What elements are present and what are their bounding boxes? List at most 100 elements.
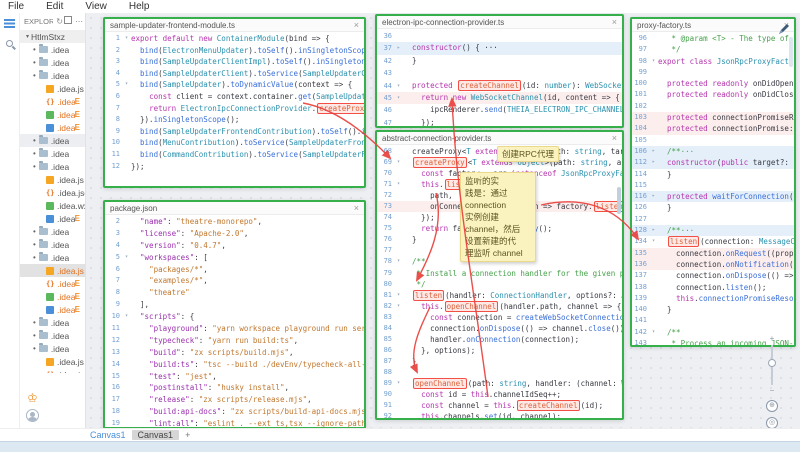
tree-item-idea-wxss[interactable]: .idea.wxssE — [20, 121, 85, 134]
fold-toggle-icon[interactable]: ▸ — [394, 42, 403, 54]
tree-item-idea[interactable]: •.idea — [20, 225, 85, 238]
code-reference-listen[interactable]: listen — [668, 236, 699, 247]
menu-item-edit[interactable]: Edit — [46, 1, 63, 12]
tree-item-idea[interactable]: •.idea — [20, 342, 85, 355]
tree-item-idea[interactable]: •.idea — [20, 160, 85, 173]
tree-item-idea-js[interactable]: .idea.js — [20, 82, 85, 95]
fold-toggle-icon[interactable]: ▾ — [394, 179, 403, 190]
tree-item-idea[interactable]: •.idea — [20, 329, 85, 342]
tree-item-idea[interactable]: •.idea — [20, 56, 85, 69]
fold-toggle-icon[interactable]: ▾ — [394, 290, 403, 301]
tree-item-idea-json[interactable]: {}.idea.json — [20, 368, 85, 373]
line-number: 16 — [105, 382, 122, 394]
menu-item-file[interactable]: File — [8, 1, 24, 12]
fold-toggle-icon[interactable]: ▾ — [649, 56, 658, 67]
tree-item-idea[interactable]: •.idea — [20, 134, 85, 147]
tree-item-idea-wxss[interactable]: .idea.wxssE — [20, 212, 85, 225]
fold-toggle-icon[interactable]: ▸ — [649, 191, 658, 202]
close-icon[interactable]: × — [612, 134, 617, 143]
fold-toggle-icon[interactable]: ▸ — [649, 157, 658, 168]
tree-item-idea-wxml[interactable]: .idea.wxmlE — [20, 290, 85, 303]
locate-button[interactable]: ◎ — [766, 417, 778, 428]
fold-gutter — [394, 117, 403, 126]
fold-toggle-icon[interactable]: ▸ — [649, 225, 658, 236]
new-canvas-tab-button[interactable]: + — [185, 430, 190, 440]
tree-item-idea-json[interactable]: {}.idea.json — [20, 186, 85, 199]
tree-item-idea-json[interactable]: {}.idea.jsonE — [20, 95, 85, 108]
tree-item-HtlmStxz[interactable]: ▾HtlmStxz — [20, 30, 85, 43]
tree-item-idea[interactable]: •.idea — [20, 251, 85, 264]
tree-item-idea-js[interactable]: .idea.js — [20, 173, 85, 186]
code-reference-createChannel[interactable]: createChannel — [517, 400, 580, 411]
fold-toggle-icon[interactable]: ▾ — [122, 311, 131, 323]
tree-item-idea-wxml[interactable]: .idea.wxml — [20, 199, 85, 212]
code-text: export default new ContainerModule(bind … — [131, 33, 364, 45]
tree-item-idea[interactable]: •.idea — [20, 69, 85, 82]
fold-toggle-icon[interactable]: ▾ — [394, 378, 403, 389]
fold-toggle-icon[interactable]: ▾ — [649, 236, 658, 247]
code-area: 3637▸ constructor() { ···42 }4344▾ prote… — [377, 29, 622, 126]
zoom-out-icon[interactable]: − — [770, 387, 775, 395]
fold-toggle-icon[interactable]: ▸ — [649, 146, 658, 157]
tree-item-idea-js[interactable]: .idea.js — [20, 355, 85, 368]
code-window-sample-updater-frontend-module[interactable]: sample-updater-frontend-module.ts × 1▾ex… — [103, 17, 366, 188]
reward-icon[interactable]: ♔ — [27, 392, 38, 404]
code-reference-listen[interactable]: listen — [413, 290, 444, 301]
collapse-folders-icon[interactable] — [66, 18, 72, 24]
tree-item-idea[interactable]: •.idea — [20, 316, 85, 329]
expand-arrow-icon[interactable]: ▾ — [26, 33, 29, 40]
fold-toggle-icon[interactable]: ▾ — [649, 327, 658, 338]
line-number: 6 — [105, 91, 122, 103]
tree-item-idea[interactable]: •.idea — [20, 43, 85, 56]
fold-toggle-icon[interactable]: ▾ — [394, 157, 403, 168]
brush-tool-icon[interactable] — [777, 22, 791, 36]
code-reference-openChannel[interactable]: openChannel — [413, 378, 467, 389]
canvas-list-icon[interactable] — [4, 19, 15, 28]
tree-item-idea-json[interactable]: {}.idea.jsonE — [20, 277, 85, 290]
code-reference-openChannel[interactable]: openChannel — [445, 301, 499, 312]
code-window-package-json[interactable]: package.json × 2 "name": "theatre-monore… — [103, 200, 366, 428]
zoom-slider[interactable] — [771, 345, 773, 385]
canvas-tab-1[interactable]: Canvas1 — [90, 430, 126, 440]
fold-toggle-icon[interactable]: ▾ — [394, 92, 403, 104]
tree-item-idea-wxml[interactable]: .idea.wxmlE — [20, 108, 85, 121]
close-icon[interactable]: × — [354, 204, 359, 213]
zoom-reset-button[interactable]: ⊕ — [766, 400, 778, 412]
code-reference-createChannel[interactable]: createChannel — [458, 80, 521, 91]
fold-toggle-icon[interactable]: ▾ — [394, 80, 403, 92]
code-reference-createProxy[interactable]: createProxy — [413, 157, 467, 168]
code-canvas[interactable]: sample-updater-frontend-module.ts × 1▾ex… — [86, 13, 800, 428]
close-icon[interactable]: × — [612, 18, 617, 27]
window-header[interactable]: package.json × — [105, 202, 364, 215]
fold-toggle-icon[interactable]: ▾ — [394, 256, 403, 267]
search-icon[interactable] — [6, 40, 13, 47]
zoom-in-icon[interactable]: + — [770, 335, 775, 343]
code-window-proxy-factory[interactable]: proxy-factory.ts × 96 * @param <T> - The… — [630, 17, 796, 347]
scrollbar-thumb[interactable] — [617, 187, 621, 214]
scrollbar-thumb[interactable] — [789, 37, 793, 67]
menu-item-help[interactable]: Help — [129, 1, 150, 12]
sticky-note-create-rpc-proxy[interactable]: 创建RPC代理 — [497, 146, 559, 162]
zoom-slider-handle[interactable] — [768, 359, 776, 367]
tree-item-idea-js[interactable]: .idea.js — [20, 264, 85, 277]
window-header[interactable]: electron-ipc-connection-provider.ts × — [377, 16, 622, 29]
fold-toggle-icon[interactable]: ▾ — [122, 252, 131, 264]
menu-item-view[interactable]: View — [85, 1, 107, 12]
fold-toggle-icon[interactable]: ▾ — [122, 79, 131, 91]
canvas-tab-2[interactable]: Canvas1 — [132, 430, 180, 440]
tree-item-idea[interactable]: •.idea — [20, 238, 85, 251]
refresh-icon[interactable]: ↻ — [56, 17, 63, 26]
window-header[interactable]: abstract-connection-provider.ts × — [377, 132, 622, 145]
tree-item-idea[interactable]: •.idea — [20, 147, 85, 160]
close-icon[interactable]: × — [354, 21, 359, 30]
window-header[interactable]: sample-updater-frontend-module.ts × — [105, 19, 364, 32]
code-reference-createProxy[interactable]: createProxy — [317, 103, 364, 114]
code-window-electron-ipc-connection-provider[interactable]: electron-ipc-connection-provider.ts × 36… — [375, 14, 624, 128]
more-actions-icon[interactable]: ⋯ — [75, 17, 83, 26]
fold-toggle-icon[interactable]: ▾ — [394, 301, 403, 312]
window-header[interactable]: proxy-factory.ts × — [632, 19, 794, 32]
user-avatar[interactable] — [26, 409, 39, 422]
sticky-note-listen-explanation[interactable]: 监听的实 践是：通过 connection 实例创建 channel，然后 设置… — [460, 172, 536, 262]
tree-item-idea-wxss[interactable]: .idea.wxssE — [20, 303, 85, 316]
fold-toggle-icon[interactable]: ▾ — [122, 33, 131, 45]
